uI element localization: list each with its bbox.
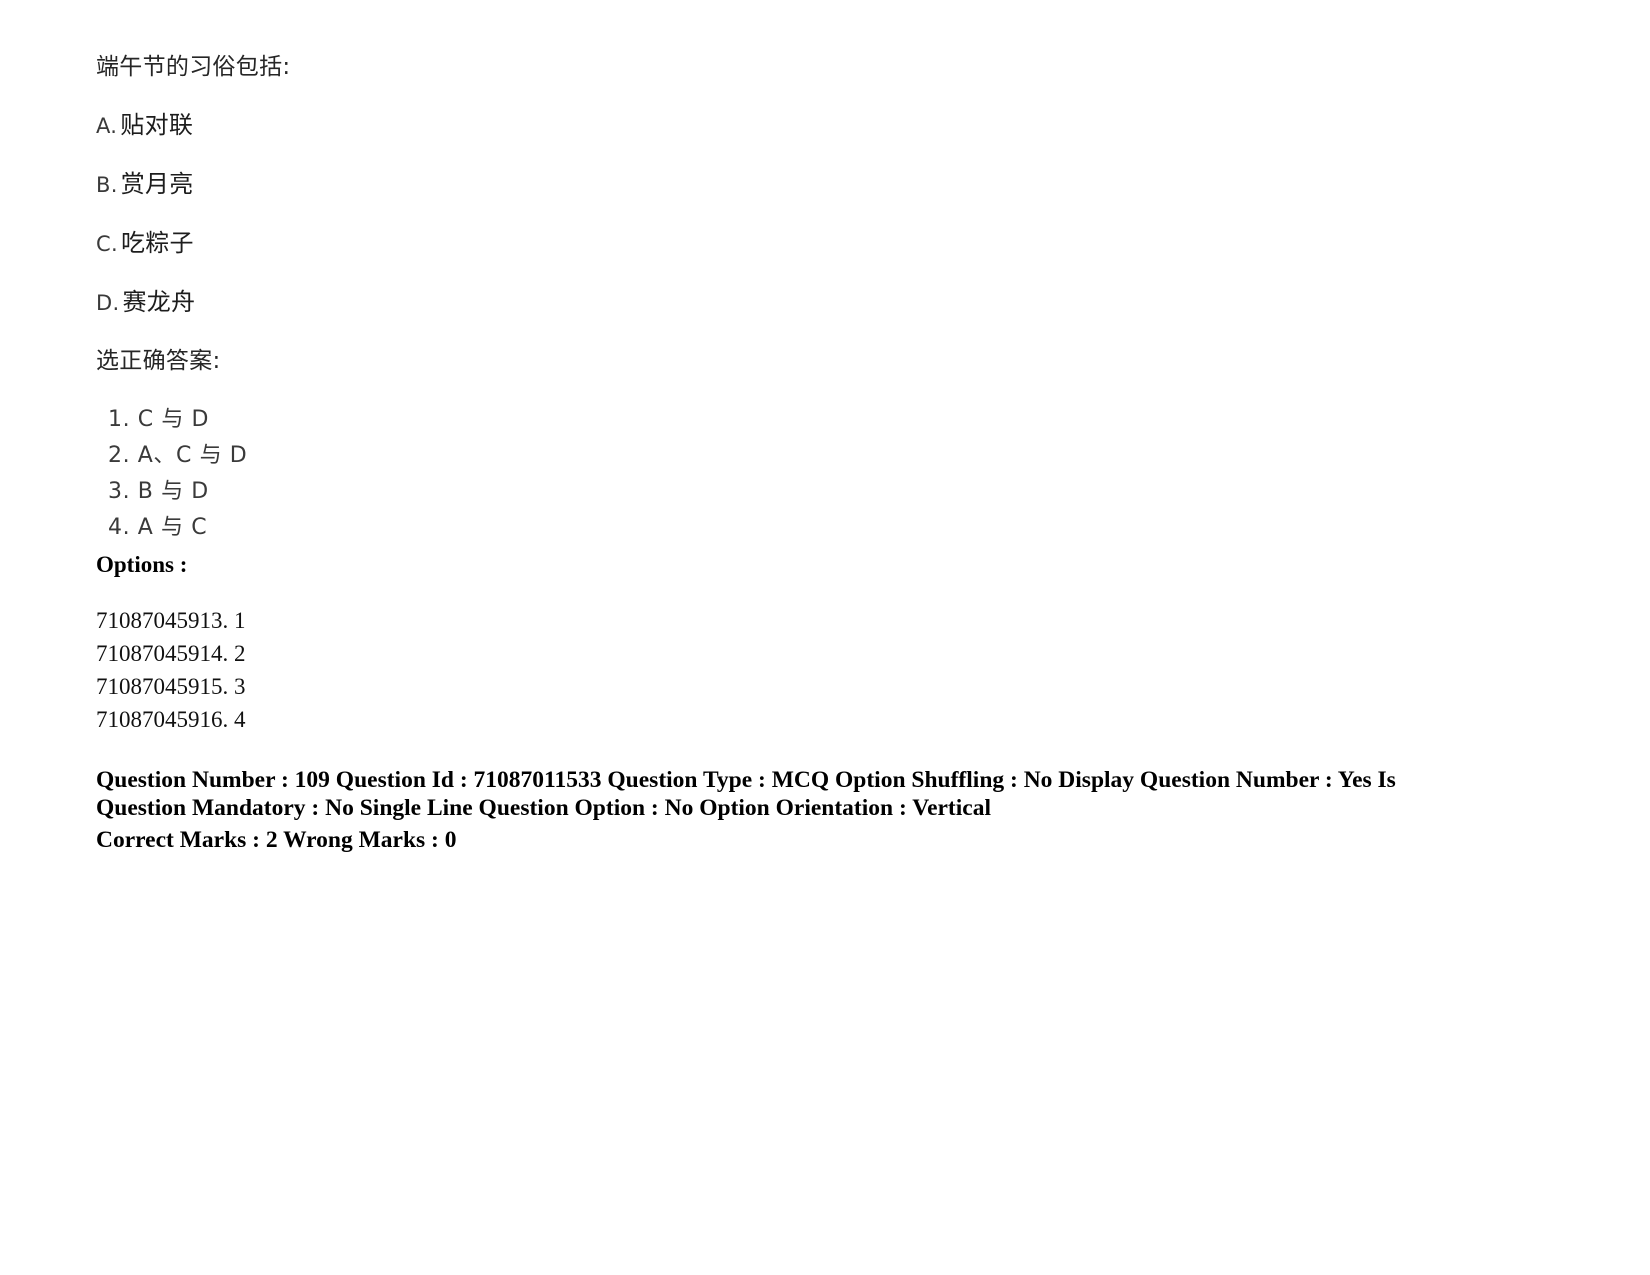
answer-choice-4[interactable]: 4. A 与 C xyxy=(96,510,1556,546)
option-id-1: 71087045913. 1 xyxy=(96,608,246,633)
option-b-letter: B. xyxy=(96,173,118,197)
options-heading: Options : xyxy=(96,552,188,577)
choose-answer-prompt: 选正确答案: xyxy=(96,348,221,374)
document-page: 端午节的习俗包括: A. 贴对联 B. 赏月亮 C. 吃粽子 D. 赛龙舟 选正确答案:… xyxy=(0,0,1650,1275)
question-option-a: A. 贴对联 xyxy=(96,110,1556,141)
answer-choice-3[interactable]: 3. B 与 D xyxy=(96,474,1556,510)
option-a-letter: A. xyxy=(96,114,118,138)
option-b-text: 赏月亮 xyxy=(120,170,194,198)
option-c-text: 吃粽子 xyxy=(120,229,194,257)
option-id-list: 71087045913. 1 71087045914. 2 7108704591… xyxy=(96,604,1556,736)
question-stem: 端午节的习俗包括: xyxy=(96,54,291,80)
question-metadata: Question Number : 109 Question Id : 7108… xyxy=(96,766,1426,858)
metadata-attributes-line: Question Number : 109 Question Id : 7108… xyxy=(96,767,1396,821)
answer-choice-list: 1. C 与 D 2. A、C 与 D 3. B 与 D 4. A 与 C xyxy=(96,402,1556,546)
question-option-c: C. 吃粽子 xyxy=(96,228,1556,259)
option-a-text: 贴对联 xyxy=(120,111,194,139)
answer-choice-1[interactable]: 1. C 与 D xyxy=(96,402,1556,438)
option-id-4: 71087045916. 4 xyxy=(96,707,246,732)
question-option-b: B. 赏月亮 xyxy=(96,169,1556,200)
question-block: 端午节的习俗包括: A. 贴对联 B. 赏月亮 C. 吃粽子 D. 赛龙舟 选正确答案:… xyxy=(96,52,1556,736)
question-option-d: D. 赛龙舟 xyxy=(96,287,1556,318)
option-d-text: 赛龙舟 xyxy=(122,288,196,316)
option-id-3: 71087045915. 3 xyxy=(96,674,246,699)
option-c-letter: C. xyxy=(96,232,118,256)
metadata-marks-line: Correct Marks : 2 Wrong Marks : 0 xyxy=(96,827,457,853)
answer-choice-2[interactable]: 2. A、C 与 D xyxy=(96,438,1556,474)
option-d-letter: D. xyxy=(96,291,120,315)
option-id-2: 71087045914. 2 xyxy=(96,641,246,666)
